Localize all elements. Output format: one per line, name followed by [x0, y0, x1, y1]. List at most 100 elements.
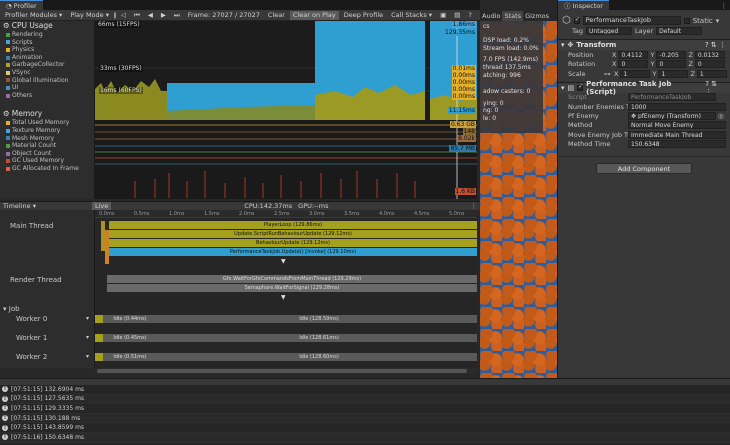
clear-button[interactable]: Clear — [265, 11, 288, 20]
constrain-proportions-icon[interactable]: ⊶ — [604, 70, 612, 78]
pf-enemy-field[interactable]: ✥ pfEnemy (Transform) — [628, 112, 716, 121]
bar-wait-gfx[interactable]: Gfx.WaitForGfxCommandsFromMainThread (12… — [107, 275, 477, 283]
console-log-entry[interactable]: ! [07:51:15] 132.6904 ms — [0, 385, 730, 395]
layer-dropdown[interactable]: Default — [656, 26, 703, 35]
thread-main[interactable]: Main Thread — [10, 222, 53, 230]
method-dropdown[interactable]: Normal Move Enemy — [628, 121, 726, 130]
timeline-scrollbar[interactable] — [95, 368, 477, 374]
console-log-entry[interactable]: ! [07:51:15] 129.3335 ms — [0, 404, 730, 414]
bar-update-script[interactable]: Update.ScriptRunBehaviourUpdate (129.12m… — [109, 230, 477, 238]
bar-idle-w2-a[interactable]: Idle (0.51ms) — [99, 353, 161, 361]
transform-scale-x-field[interactable]: 1 — [620, 69, 651, 78]
bar-idle-w2-b[interactable]: Idle (128.60ms) — [161, 353, 477, 361]
audio-toggle[interactable]: Audio — [480, 11, 502, 21]
thread-group-job[interactable]: ▾ Job — [3, 305, 20, 313]
script-component-header[interactable]: ▾ ▤ Performance Task Job (Script) ? ⇅ ⋮ — [558, 80, 730, 96]
transform-rotation-y-field[interactable]: 0 — [656, 60, 687, 69]
cpu-legend-item[interactable]: VSync — [0, 69, 94, 77]
deep-profile-button[interactable]: Deep Profile — [341, 11, 386, 20]
memory-legend-item[interactable]: Material Count — [0, 142, 94, 150]
bar-player-loop[interactable]: PlayerLoop (129.86ms) — [109, 221, 477, 229]
back-icon[interactable]: ◁ — [118, 11, 129, 20]
inspector-tab[interactable]: ⓘ Inspector — [558, 0, 609, 10]
num-enemies-field[interactable]: 1000 — [628, 102, 726, 111]
timeline-view[interactable]: 0.0ms 0.5ms 1.0ms 1.5ms 2.0ms 2.5ms 3.0ms 3.5ms… — [95, 210, 477, 368]
cpu-legend-item[interactable]: Rendering — [0, 31, 94, 39]
transform-rotation-x-field[interactable]: 0 — [618, 60, 649, 69]
memory-legend-item[interactable]: GC Allocated In Frame — [0, 165, 94, 173]
worker-2-collapse-icon[interactable]: ▾ — [86, 353, 89, 360]
bar-performance-task[interactable]: PerformanceTaskJob.Update() [Invoke] (12… — [109, 248, 477, 256]
profiler-chart-area[interactable]: 66ms (15FPS) 33ms (30FPS) 16ms (60FPS) 1… — [95, 21, 477, 199]
memory-legend-item[interactable]: Mesh Memory — [0, 135, 94, 143]
memory-legend-item[interactable]: GC Used Memory — [0, 157, 94, 165]
object-name-field[interactable]: PerformanceTaskJob — [582, 16, 681, 25]
first-frame-icon[interactable]: ⏮ — [131, 11, 143, 20]
bar-idle-w0-a[interactable]: Idle (0.44ms) — [99, 315, 161, 323]
console-log-entry[interactable]: ! [07:51:15] 143.8599 ms — [0, 423, 730, 433]
static-checkbox[interactable] — [683, 17, 690, 24]
tag-dropdown[interactable]: Untagged — [586, 26, 633, 35]
bar-idle-w1-b[interactable]: Idle (128.61ms) — [161, 334, 477, 342]
cpu-legend-item[interactable]: Global Illumination — [0, 77, 94, 85]
static-dropdown-icon[interactable]: ▾ — [716, 17, 720, 25]
worker-0-collapse-icon[interactable]: ▾ — [86, 315, 89, 322]
transform-position-y-field[interactable]: -0.205 — [656, 51, 687, 60]
transform-scale-y-field[interactable]: 1 — [658, 69, 689, 78]
bar-idle-w0-b[interactable]: Idle (128.59ms) — [161, 315, 477, 323]
transform-header[interactable]: ▾ ✥ Transform ? ⇅ ⋮ — [558, 39, 730, 51]
thread-worker-0[interactable]: Worker 0 — [16, 315, 47, 323]
gizmos-dropdown[interactable]: Gizmos — [523, 11, 551, 21]
move-type-dropdown[interactable]: Immediate Main Thread — [628, 130, 726, 139]
bar-semaphore[interactable]: Semaphore.WaitForSignal (129.28ms) — [107, 284, 477, 292]
next-frame-icon[interactable]: ▶ — [158, 11, 169, 20]
thread-worker-2[interactable]: Worker 2 — [16, 353, 47, 361]
console-log-entry[interactable]: ! [07:51:15] 130.188 ms — [0, 413, 730, 424]
cpu-legend-item[interactable]: Scripts — [0, 39, 94, 47]
worker-1-collapse-icon[interactable]: ▾ — [86, 334, 89, 341]
cpu-legend-item[interactable]: UI — [0, 84, 94, 92]
clear-on-play-button[interactable]: Clear on Play — [289, 10, 339, 20]
cpu-legend-item[interactable]: Physics — [0, 46, 94, 54]
cpu-legend-item[interactable]: Others — [0, 92, 94, 100]
transform-position-z-field[interactable]: 0.0132 — [694, 51, 725, 60]
prev-frame-icon[interactable]: ◀ — [145, 11, 156, 20]
bar-behaviour-update[interactable]: BehaviourUpdate (129.12ms) — [109, 239, 477, 247]
stats-toggle[interactable]: Stats — [502, 11, 524, 21]
cpu-legend-item[interactable]: GarbageCollector — [0, 61, 94, 69]
console-log-entry[interactable]: ! [07:51:16] 150.6348 ms — [0, 432, 730, 443]
timeline-scrollbar-thumb[interactable] — [97, 369, 467, 373]
record-icon[interactable] — [114, 11, 117, 19]
expand-arrow-icon[interactable]: ▼ — [281, 294, 286, 301]
profiler-tab[interactable]: ◔ Profiler — [0, 0, 43, 10]
object-picker-icon[interactable]: ◎ — [718, 112, 724, 120]
add-component-button[interactable]: Add Component — [596, 162, 692, 174]
thread-render[interactable]: Render Thread — [10, 276, 62, 284]
component-settings-icon[interactable]: ? ⇅ ⋮ — [705, 41, 730, 49]
bar-idle-w1-a[interactable]: Idle (0.45ms) — [99, 334, 161, 342]
console-log-entry[interactable]: ! [07:51:15] 127.5635 ms — [0, 394, 730, 405]
method-time-field[interactable]: 150.6348 — [628, 140, 726, 149]
thread-worker-1[interactable]: Worker 1 — [16, 334, 47, 342]
memory-module-header[interactable]: ⚙ Memory — [0, 109, 94, 119]
transform-scale-z-field[interactable]: 1 — [696, 69, 727, 78]
play-mode-dropdown[interactable]: Play Mode ▾ — [67, 11, 112, 20]
profiler-modules-dropdown[interactable]: Profiler Modules ▾ — [2, 11, 65, 20]
save-icon[interactable]: ▣ — [437, 11, 449, 20]
help-icon[interactable]: ? — [465, 11, 474, 20]
last-frame-icon[interactable]: ⏭ — [171, 11, 183, 20]
script-enabled-checkbox[interactable] — [577, 83, 583, 91]
cpu-legend-item[interactable]: Animation — [0, 54, 94, 62]
memory-legend-item[interactable]: Total Used Memory — [0, 119, 94, 127]
memory-legend-item[interactable]: Object Count — [0, 150, 94, 158]
load-icon[interactable]: ▤ — [451, 11, 463, 20]
console-log-text: [07:51:15] 129.3335 ms — [11, 404, 85, 412]
active-checkbox[interactable] — [573, 16, 580, 24]
transform-rotation-z-field[interactable]: 0 — [694, 60, 725, 69]
expand-arrow-icon[interactable]: ▼ — [281, 258, 286, 265]
memory-legend-item[interactable]: Texture Memory — [0, 127, 94, 135]
transform-position-x-field[interactable]: 0.4112 — [618, 51, 649, 60]
inspector-menu-icon[interactable]: ⋮ — [718, 0, 730, 10]
cpu-module-header[interactable]: ⚙ CPU Usage — [0, 21, 94, 31]
call-stacks-dropdown[interactable]: Call Stacks ▾ — [388, 11, 435, 20]
